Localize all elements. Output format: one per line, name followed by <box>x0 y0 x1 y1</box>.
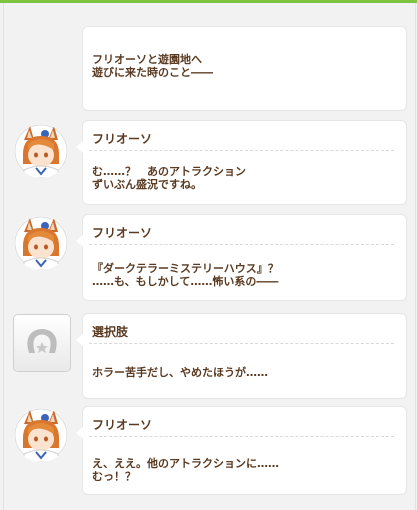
horse-girl-portrait-icon <box>14 408 68 462</box>
character-avatar <box>14 124 68 178</box>
character-avatar <box>14 408 68 462</box>
choice-avatar <box>14 315 70 371</box>
bubble-tail <box>76 141 83 153</box>
bubble-tail <box>76 427 83 439</box>
message-bubble: フリオーソ 『ダークテラーミステリーハウス』？ ……も、もしかして……怖い系の―… <box>76 215 406 300</box>
narration-text: フリオーソと遊園地へ 遊びに来た時のこと―― <box>92 53 213 79</box>
speaker-divider <box>89 436 394 437</box>
choice-text: ホラー苦手だし、やめたほうが…… <box>92 366 268 379</box>
message-bubble: フリオーソ え、ええ。他のアトラクションに…… むっ！？ <box>76 407 406 494</box>
bubble-tail <box>76 235 83 247</box>
speaker-name: フリオーソ <box>92 418 153 432</box>
message-bubble: フリオーソ む……？ あのアトラクション ずいぶん盛況ですね。 <box>76 121 406 204</box>
choice-label: 選択肢 <box>92 325 129 339</box>
choice-bubble: 選択肢 ホラー苦手だし、やめたほうが…… <box>76 314 406 398</box>
bubble-tail <box>76 334 83 346</box>
speaker-divider <box>89 343 394 344</box>
speaker-name: フリオーソ <box>92 226 153 240</box>
narration-bubble: フリオーソと遊園地へ 遊びに来た時のこと―― <box>83 27 406 110</box>
message-text: 『ダークテラーミステリーハウス』？ ……も、もしかして……怖い系の―― <box>92 262 279 288</box>
speaker-name: フリオーソ <box>92 132 153 146</box>
speaker-divider <box>89 244 394 245</box>
speaker-divider <box>89 150 394 151</box>
character-avatar <box>14 216 68 270</box>
horse-girl-portrait-icon <box>14 216 68 270</box>
horse-girl-portrait-icon <box>14 124 68 178</box>
horseshoe-star-icon <box>27 329 57 353</box>
message-text: む……？ あのアトラクション ずいぶん盛況ですね。 <box>92 165 246 191</box>
message-text: え、ええ。他のアトラクションに…… むっ！？ <box>92 457 279 483</box>
